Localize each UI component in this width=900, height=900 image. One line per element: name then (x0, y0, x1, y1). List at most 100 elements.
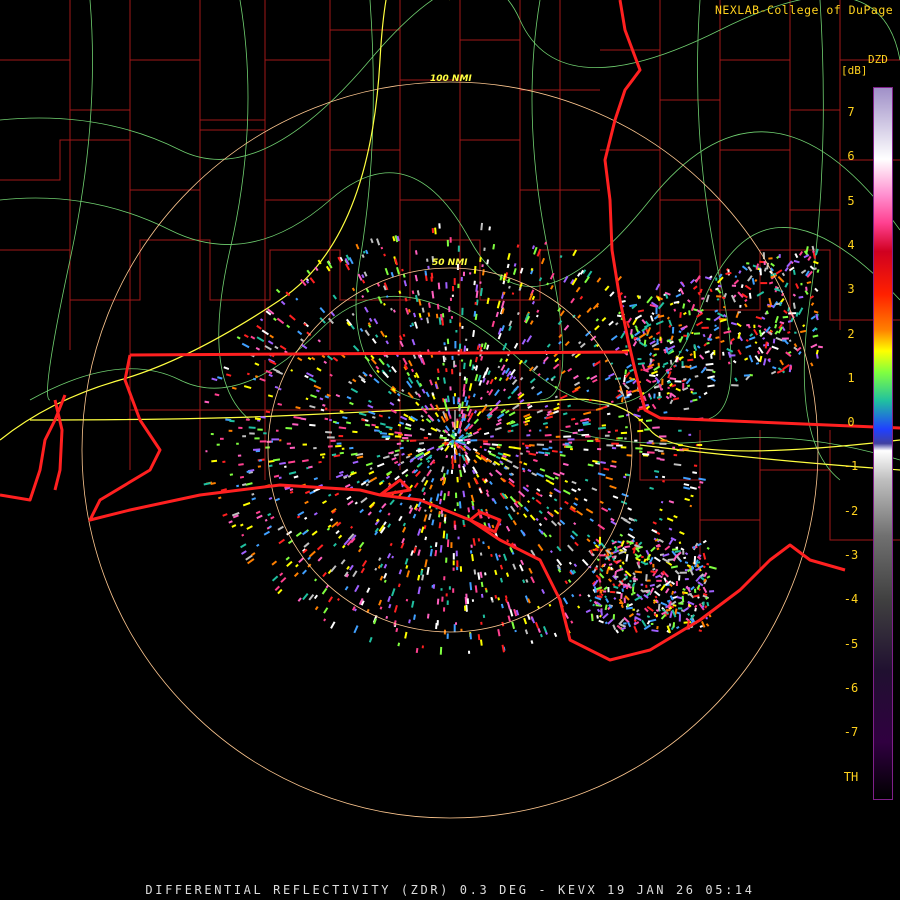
return-pixel (659, 336, 662, 341)
return-pixel (382, 371, 390, 379)
return-pixel (474, 585, 478, 593)
return-pixel (445, 454, 449, 459)
return-pixel (259, 440, 267, 443)
return-pixel (621, 588, 624, 592)
return-pixel (475, 473, 480, 478)
return-pixel (305, 397, 309, 401)
return-pixel (795, 283, 800, 289)
return-pixel (671, 590, 675, 595)
return-pixel (254, 362, 260, 366)
return-pixel (398, 335, 403, 341)
return-pixel (597, 448, 602, 451)
return-pixel (374, 567, 378, 571)
return-pixel (376, 369, 380, 374)
return-pixel (664, 545, 671, 551)
return-pixel (666, 609, 671, 612)
return-pixel (702, 552, 707, 560)
return-pixel (473, 459, 478, 464)
return-pixel (423, 479, 429, 487)
return-pixel (434, 412, 440, 418)
return-pixel (564, 340, 570, 347)
return-pixel (762, 337, 766, 340)
return-pixel (783, 309, 788, 314)
return-pixel (505, 525, 511, 532)
return-pixel (327, 445, 333, 448)
return-pixel (444, 346, 447, 351)
return-pixel (624, 369, 628, 375)
return-pixel (236, 442, 239, 445)
return-pixel (440, 466, 445, 473)
return-pixel (389, 542, 393, 547)
return-pixel (577, 314, 582, 319)
return-pixel (619, 533, 624, 537)
return-pixel (611, 442, 619, 445)
return-pixel (486, 390, 490, 394)
return-pixel (778, 254, 781, 258)
return-pixel (692, 471, 698, 474)
return-pixel (354, 584, 360, 593)
return-pixel (424, 536, 428, 541)
return-pixel (482, 614, 486, 619)
return-pixel (477, 538, 481, 542)
return-pixel (427, 513, 432, 521)
return-pixel (360, 497, 368, 504)
return-pixel (348, 380, 353, 385)
return-pixel (414, 274, 418, 282)
return-pixel (601, 507, 609, 513)
return-pixel (744, 357, 749, 361)
return-pixel (627, 317, 633, 323)
color-scale-tick: 1 (847, 370, 855, 385)
range-ring-100 (81, 81, 819, 819)
return-pixel (792, 302, 796, 309)
return-pixel (645, 419, 652, 422)
return-pixel (285, 427, 293, 430)
return-pixel (605, 598, 610, 604)
return-pixel (531, 295, 536, 301)
return-pixel (694, 607, 697, 612)
return-pixel (378, 414, 383, 418)
return-pixel (567, 404, 572, 408)
return-pixel (579, 342, 586, 349)
return-pixel (655, 574, 661, 579)
return-pixel (406, 371, 411, 377)
return-pixel (269, 334, 274, 339)
return-pixel (472, 430, 480, 436)
return-pixel (473, 280, 476, 286)
return-pixel (330, 565, 337, 573)
return-pixel (539, 429, 542, 432)
return-pixel (652, 521, 657, 525)
return-pixel (530, 576, 535, 584)
return-pixel (278, 476, 282, 480)
return-pixel (699, 625, 704, 628)
return-pixel (225, 373, 232, 377)
return-pixel (426, 465, 430, 469)
return-pixel (410, 550, 414, 556)
return-pixel (309, 404, 316, 409)
return-pixel (438, 522, 442, 529)
return-pixel (305, 280, 310, 284)
return-pixel (488, 472, 494, 477)
return-pixel (545, 479, 551, 483)
return-pixel (630, 329, 633, 335)
color-scale-tick: 3 (847, 282, 855, 297)
return-pixel (739, 304, 742, 308)
color-scale-tick: 0 (847, 415, 855, 430)
return-pixel (814, 287, 819, 292)
return-pixel (442, 607, 446, 612)
return-pixel (413, 482, 419, 489)
return-pixel (524, 422, 529, 426)
return-pixel (402, 436, 409, 440)
return-pixel (319, 453, 326, 456)
return-pixel (620, 431, 628, 435)
return-pixel (489, 480, 493, 486)
return-pixel (706, 562, 710, 566)
return-pixel (620, 446, 627, 449)
return-pixel (784, 266, 789, 272)
return-pixel (625, 345, 628, 348)
return-pixel (706, 575, 711, 579)
return-pixel (673, 453, 678, 457)
return-pixel (512, 519, 517, 526)
return-pixel (412, 513, 417, 519)
return-pixel (770, 370, 777, 375)
return-pixel (740, 284, 744, 289)
